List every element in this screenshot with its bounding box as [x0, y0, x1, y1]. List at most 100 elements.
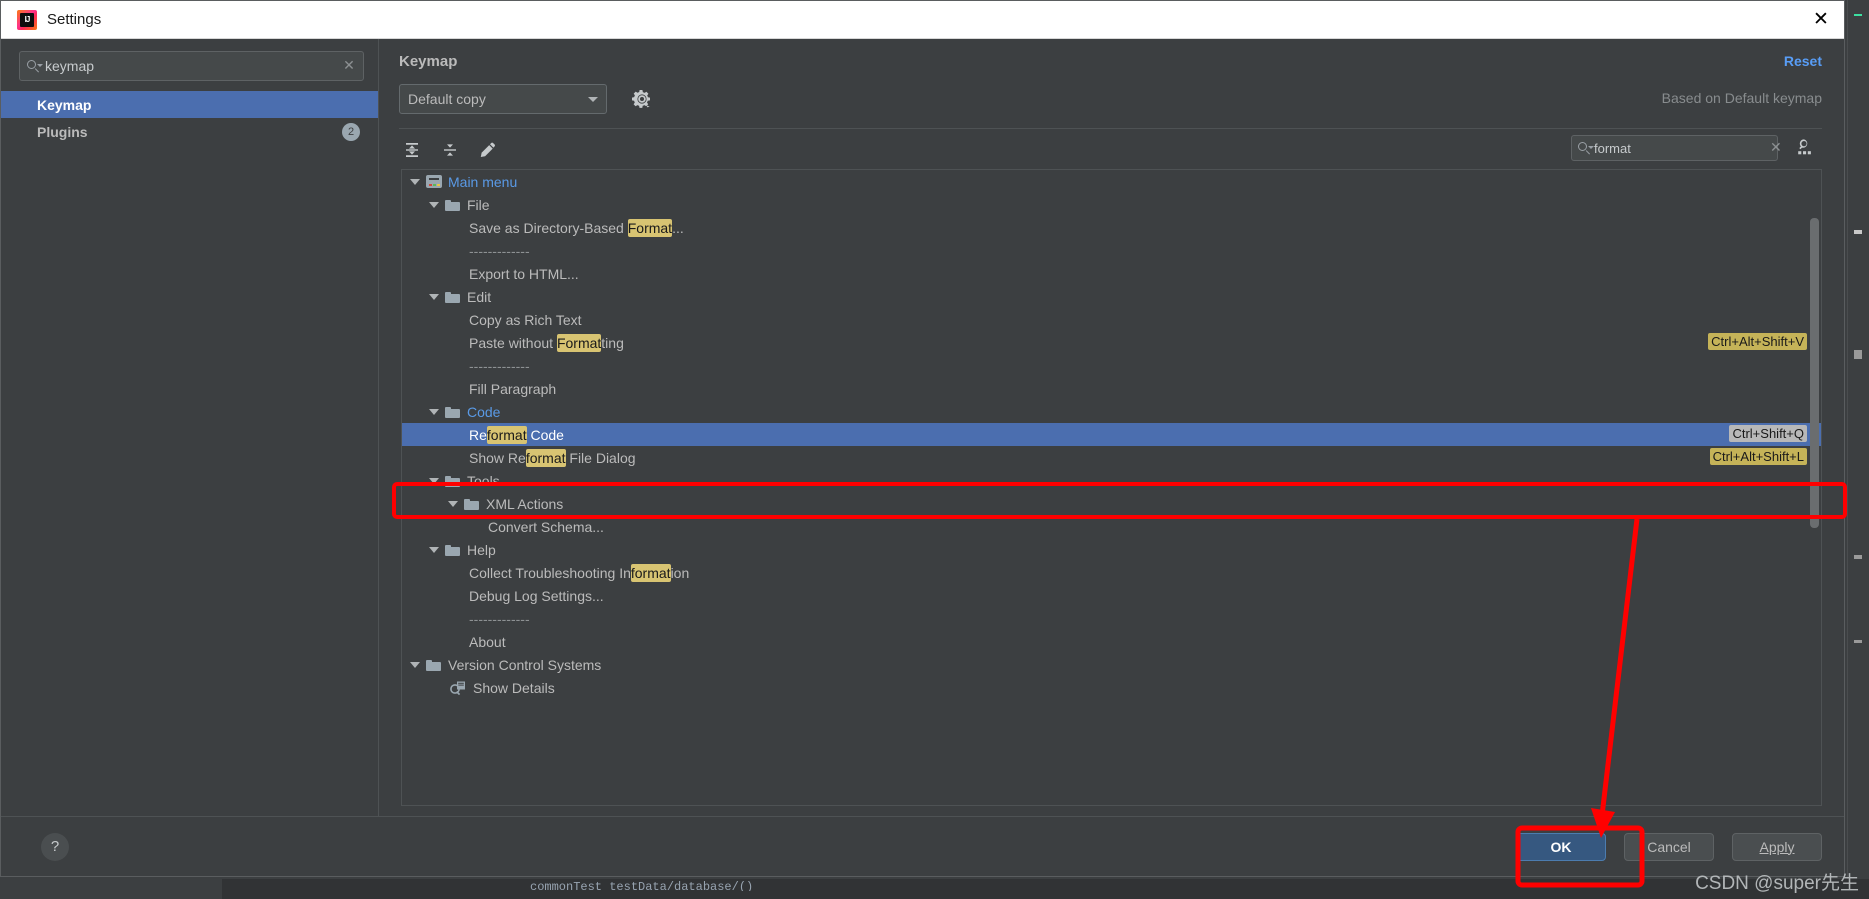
edit-pencil-icon[interactable] — [477, 139, 499, 161]
vcs-details-icon — [450, 681, 466, 695]
tree-item-label: Save as Directory-Based Format... — [469, 218, 684, 237]
tree-row[interactable]: Code — [402, 400, 1821, 423]
tree-item-text: Copy as Rich Text — [469, 312, 582, 328]
chevron-down-icon[interactable] — [410, 661, 420, 668]
tree-item-text: Reformat Code — [469, 425, 564, 444]
dialog-footer: ? OK Cancel Apply — [1, 816, 1844, 876]
footer-buttons: OK Cancel Apply — [1516, 832, 1822, 861]
chevron-down-icon[interactable] — [410, 178, 420, 185]
tree-item-text: Debug Log Settings... — [469, 588, 604, 604]
sidebar-search-input[interactable] — [43, 58, 341, 74]
tree-item-text: Tools — [467, 473, 500, 489]
tree-item-label: About — [469, 633, 506, 650]
gear-icon[interactable] — [631, 88, 653, 110]
tree-search-input[interactable] — [1594, 140, 1770, 156]
ok-button[interactable]: OK — [1516, 832, 1606, 861]
tree-item-text: Help — [467, 542, 496, 558]
reset-link[interactable]: Reset — [1784, 53, 1822, 69]
editor-gutter — [0, 879, 222, 899]
tree-row[interactable]: Reformat Code Ctrl+Shift+Q — [402, 423, 1821, 446]
search-icon — [1577, 141, 1594, 156]
tree-item-label: Help — [467, 541, 496, 558]
find-by-shortcut-icon[interactable] — [1792, 136, 1816, 160]
sidebar-item-plugins[interactable]: Plugins 2 — [1, 118, 378, 145]
chevron-down-icon[interactable] — [429, 201, 439, 208]
sidebar-search-box[interactable]: ✕ — [19, 51, 364, 81]
search-match-highlight: format — [525, 448, 566, 467]
settings-dialog: Settings ✕ ✕ Keymap Plugins 2 — [0, 0, 1845, 877]
tree-row[interactable]: Tools — [402, 469, 1821, 492]
tree-item-label: Version Control Systems — [448, 656, 602, 673]
tree-row[interactable]: Version Control Systems — [402, 653, 1821, 676]
apply-button-label: Apply — [1759, 838, 1795, 855]
tree-row[interactable]: Show Details — [402, 676, 1821, 699]
collapse-all-icon[interactable] — [439, 139, 461, 161]
shortcut-badge: Ctrl+Alt+Shift+V — [1708, 333, 1807, 350]
keymap-actions-tree[interactable]: Main menu File Save as Directory-Based For… — [401, 169, 1822, 806]
tree-row[interactable]: Save as Directory-Based Format... — [402, 216, 1821, 239]
tree-row[interactable]: XML Actions — [402, 492, 1821, 515]
keymap-selector-row: Default copy Based on Default keymap — [379, 70, 1844, 114]
chevron-down-icon[interactable] — [448, 500, 458, 507]
tree-item-label: Export to HTML... — [469, 265, 579, 282]
rail-mark-change — [1854, 640, 1862, 643]
status-badge: 2 — [342, 122, 360, 141]
tree-row[interactable]: About — [402, 630, 1821, 653]
folder-icon — [445, 406, 460, 418]
chevron-down-icon[interactable] — [429, 408, 439, 415]
tree-row[interactable]: Fill Paragraph — [402, 377, 1821, 400]
chevron-down-icon — [588, 96, 598, 102]
editor-right-rail — [1847, 0, 1869, 879]
tree-row[interactable]: Export to HTML... — [402, 262, 1821, 285]
tree-row[interactable]: Collect Troubleshooting Information — [402, 561, 1821, 584]
tree-row[interactable]: Paste without Formatting Ctrl+Alt+Shift+V — [402, 331, 1821, 354]
tree-item-text: Show Reformat File Dialog — [469, 448, 636, 467]
tree-row[interactable]: Help — [402, 538, 1821, 561]
tree-item-label: Show Reformat File Dialog — [469, 448, 636, 467]
tree-row[interactable]: ------------- — [402, 239, 1821, 262]
chevron-down-icon[interactable] — [429, 546, 439, 553]
close-icon[interactable]: ✕ — [1798, 1, 1844, 39]
tree-separator: ------------- — [469, 610, 530, 627]
folder-icon — [445, 199, 460, 211]
tree-item-text: Version Control Systems — [448, 657, 601, 673]
tree-row[interactable]: Debug Log Settings... — [402, 584, 1821, 607]
tree-search-box[interactable]: ✕ — [1571, 135, 1782, 161]
tree-item-text: File — [467, 197, 490, 213]
chevron-down-icon[interactable] — [429, 477, 439, 484]
tree-item-label: Debug Log Settings... — [469, 587, 604, 604]
tree-row[interactable]: ------------- — [402, 607, 1821, 630]
keymap-select[interactable]: Default copy — [399, 84, 607, 114]
tree-item-text: About — [469, 634, 506, 650]
tree-row[interactable]: File — [402, 193, 1821, 216]
tree-item-label: Main menu — [448, 173, 518, 190]
tree-row[interactable]: Main menu — [402, 170, 1821, 193]
folder-icon — [426, 659, 441, 671]
tree-vertical-scrollbar[interactable] — [1810, 218, 1819, 528]
tree-row[interactable]: Convert Schema... — [402, 515, 1821, 538]
tree-item-text: ------------- — [469, 611, 530, 627]
tree-toolbar: ✕ — [379, 129, 1844, 169]
tree-scroll-region[interactable]: Main menu File Save as Directory-Based For… — [402, 170, 1821, 805]
apply-button[interactable]: Apply — [1732, 832, 1822, 861]
tree-row[interactable]: Show Reformat File Dialog Ctrl+Alt+Shift+… — [402, 446, 1821, 469]
sidebar-item-keymap[interactable]: Keymap — [1, 91, 378, 118]
settings-sidebar: ✕ Keymap Plugins 2 — [1, 39, 379, 816]
chevron-down-icon[interactable] — [429, 293, 439, 300]
tree-item-text: Main menu — [448, 174, 517, 190]
shortcut-badge: Ctrl+Shift+Q — [1729, 425, 1807, 442]
cancel-button[interactable]: Cancel — [1624, 832, 1714, 861]
tree-item-text: Export to HTML... — [469, 266, 579, 282]
rail-mark-ok — [1854, 14, 1862, 16]
rail-mark-change — [1854, 555, 1862, 559]
clear-icon[interactable]: ✕ — [341, 58, 357, 74]
tree-separator: ------------- — [469, 242, 530, 259]
tree-row[interactable]: Edit — [402, 285, 1821, 308]
clear-icon[interactable]: ✕ — [1770, 140, 1782, 156]
help-button[interactable]: ? — [41, 832, 69, 861]
tree-row[interactable]: Copy as Rich Text — [402, 308, 1821, 331]
search-match-highlight: format — [630, 563, 671, 582]
expand-all-icon[interactable] — [401, 139, 423, 161]
tree-row[interactable]: ------------- — [402, 354, 1821, 377]
folder-icon — [445, 475, 460, 487]
